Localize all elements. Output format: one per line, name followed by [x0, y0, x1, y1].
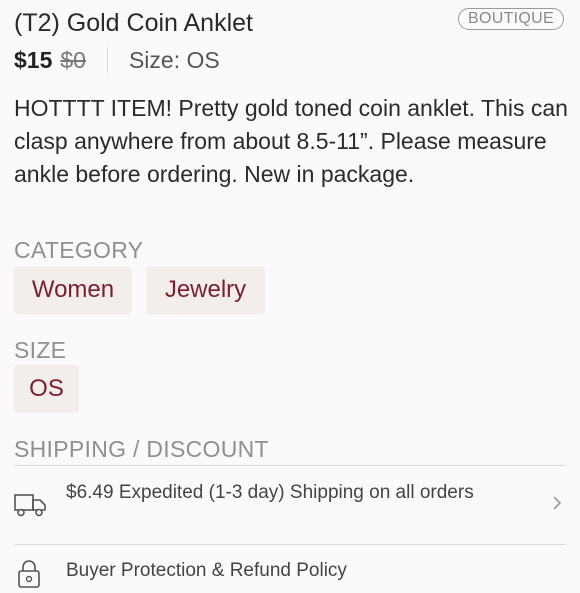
truck-icon [14, 493, 46, 522]
chevron-right-icon [552, 495, 562, 516]
original-price: $0 [60, 46, 86, 73]
price: $15 [14, 46, 53, 73]
category-chip-women[interactable]: Women [14, 266, 132, 314]
listing-title: (T2) Gold Coin Anklet [14, 9, 253, 37]
divider [14, 465, 566, 466]
category-heading: CATEGORY [14, 237, 144, 263]
shipping-heading: SHIPPING / DISCOUNT [14, 436, 269, 462]
size-heading: SIZE [14, 337, 67, 363]
buyer-protection-text: Buyer Protection & Refund Policy [66, 560, 347, 581]
category-chip-jewelry[interactable]: Jewelry [146, 266, 265, 314]
size-chip[interactable]: OS [14, 365, 79, 413]
listing-description: HOTTTT ITEM! Pretty gold toned coin ankl… [14, 95, 568, 187]
listing-details: (T2) Gold Coin Anklet BOUTIQUE $15 $0 Si… [0, 0, 580, 588]
lock-icon [16, 558, 42, 593]
size-summary: Size: OS [128, 46, 220, 73]
boutique-badge: BOUTIQUE [458, 8, 564, 30]
price-divider [106, 47, 108, 73]
buyer-protection-row[interactable]: Buyer Protection & Refund Policy [14, 545, 566, 588]
shipping-text: $6.49 Expedited (1-3 day) Shipping on al… [66, 482, 474, 503]
shipping-row[interactable]: $6.49 Expedited (1-3 day) Shipping on al… [14, 467, 566, 544]
price-row: $15 $0 Size: OS [14, 45, 220, 75]
